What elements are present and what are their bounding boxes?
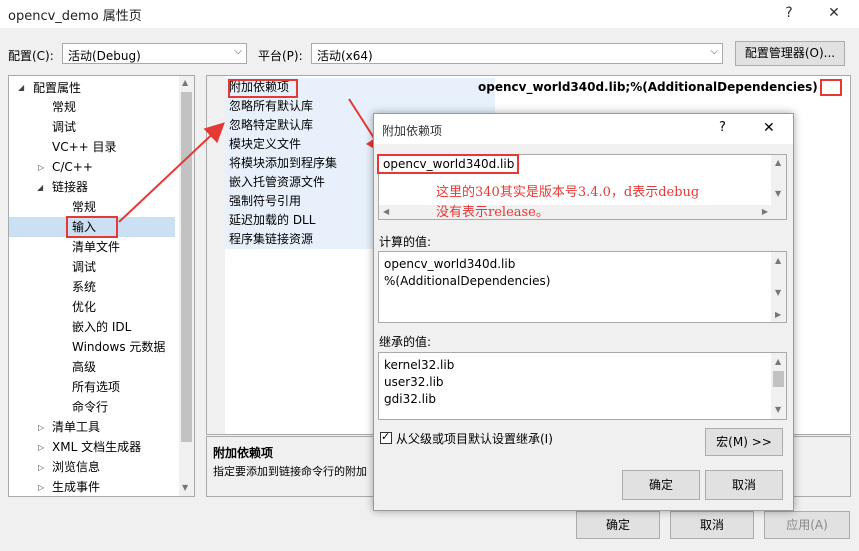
scroll-thumb[interactable] <box>773 371 784 387</box>
inherited-box: kernel32.lib user32.lib gdi32.lib ▲ ▼ <box>378 352 787 420</box>
inherited-label: 继承的值: <box>379 335 432 349</box>
computed-box: opencv_world340d.lib %(AdditionalDepende… <box>378 251 787 323</box>
inherited-value: user32.lib <box>384 375 444 389</box>
scroll-right-icon[interactable]: ▶ <box>762 207 768 216</box>
dialog-close-button[interactable]: ✕ <box>763 120 775 136</box>
dialog-help-button[interactable]: ? <box>719 120 726 135</box>
edit-highlight <box>377 154 519 174</box>
edit-vscrollbar[interactable]: ▲ ▼ <box>771 155 786 219</box>
inherit-checkbox-label[interactable]: 从父级或项目默认设置继承(I) <box>396 430 553 447</box>
inherited-value: kernel32.lib <box>384 358 455 372</box>
dialog-title: 附加依赖项 <box>382 124 443 138</box>
computed-label: 计算的值: <box>379 235 432 249</box>
arrow-line <box>118 122 225 223</box>
scroll-up-icon[interactable]: ▲ <box>775 158 781 167</box>
scroll-up-icon[interactable]: ▲ <box>775 256 781 265</box>
inherited-vscrollbar[interactable]: ▲ ▼ <box>771 353 786 419</box>
dialog-cancel-button[interactable]: 取消 <box>705 470 783 500</box>
scroll-left-icon[interactable]: ◀ <box>383 207 389 216</box>
dialog-ok-button[interactable]: 确定 <box>622 470 700 500</box>
scroll-down-icon[interactable]: ▼ <box>775 405 781 414</box>
inherited-value: gdi32.lib <box>384 392 436 406</box>
computed-vscrollbar[interactable]: ▲ ▼ ▶ <box>771 252 786 322</box>
annotation-line-1: 这里的340其实是版本号3.4.0，d表示debug <box>436 185 700 200</box>
computed-value: opencv_world340d.lib <box>384 257 516 271</box>
macro-button[interactable]: 宏(M) >> <box>705 428 783 456</box>
computed-value: %(AdditionalDependencies) <box>384 274 551 288</box>
scroll-up-icon[interactable]: ▲ <box>775 357 781 366</box>
scroll-right-icon[interactable]: ▶ <box>775 310 781 319</box>
dialog-title-bar: 附加依赖项 ? ✕ <box>374 114 793 144</box>
scroll-down-icon[interactable]: ▼ <box>775 189 781 198</box>
check-icon: ✓ <box>381 430 391 443</box>
scroll-down-icon[interactable]: ▼ <box>775 288 781 297</box>
inherit-checkbox[interactable]: ✓ <box>380 430 392 444</box>
additional-deps-dialog: 附加依赖项 ? ✕ ◀ ▶ ▲ ▼ opencv_world340d.lib 这… <box>373 113 794 511</box>
annotation-line-2: 没有表示release。 <box>436 205 549 220</box>
